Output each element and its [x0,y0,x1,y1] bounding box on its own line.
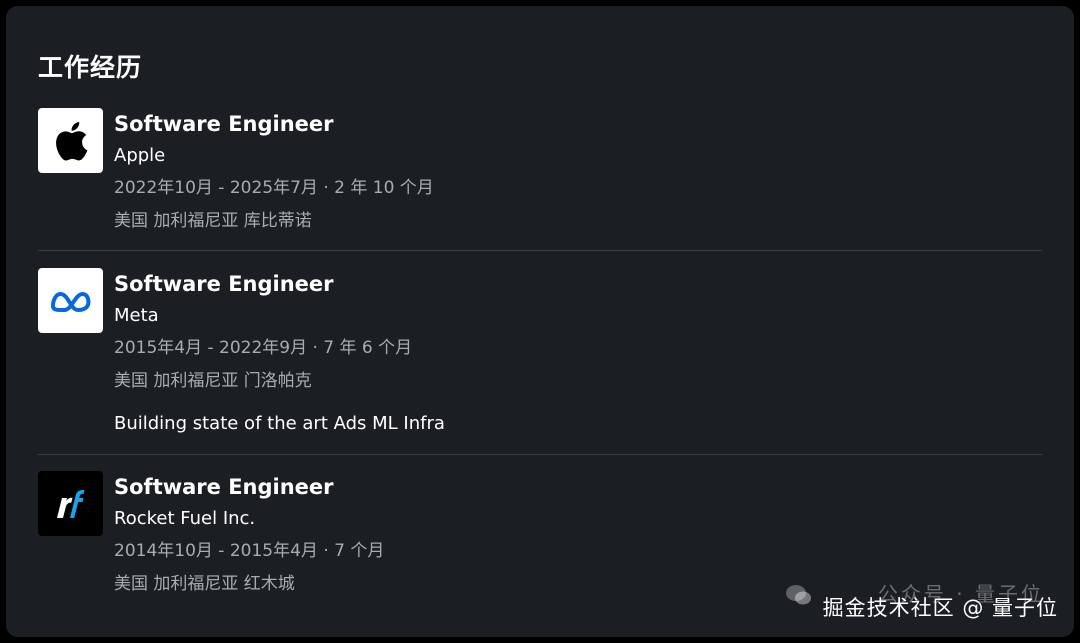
job-description: Building state of the art Ads ML Infra [114,413,445,434]
experience-text: Software Engineer Apple 2022年10月 - 2025年… [114,108,1014,238]
experience-card: 工作经历 Software Engineer Apple 2022年10月 - … [6,6,1074,637]
rocket-fuel-logo-icon[interactable] [38,471,103,536]
company-name[interactable]: Meta [114,300,1014,332]
divider [38,250,1042,251]
date-range: 2015年4月 - 2022年9月 · 7 年 6 个月 [114,338,413,358]
meta-logo-icon[interactable] [38,268,103,333]
company-name[interactable]: Rocket Fuel Inc. [114,503,1014,535]
role-title: Software Engineer [114,475,334,499]
date-range: 2022年10月 - 2025年7月 · 2 年 10 个月 [114,178,434,198]
role-title: Software Engineer [114,112,334,136]
date-range: 2014年10月 - 2015年4月 · 7 个月 [114,541,385,561]
experience-item[interactable]: Software Engineer Apple 2022年10月 - 2025年… [38,108,1042,238]
location: 美国 加利福尼亚 门洛帕克 [114,371,312,391]
experience-text: Software Engineer Meta 2015年4月 - 2022年9月… [114,268,1014,440]
experience-item[interactable]: Software Engineer Meta 2015年4月 - 2022年9月… [38,268,1042,448]
wechat-icon [786,585,811,605]
company-name[interactable]: Apple [114,140,1014,172]
location: 美国 加利福尼亚 库比蒂诺 [114,211,312,231]
section-title: 工作经历 [38,53,143,82]
divider [38,454,1042,455]
apple-logo-icon[interactable] [38,108,103,173]
watermark-source: 掘金技术社区 @ 量子位 [822,596,1058,620]
role-title: Software Engineer [114,272,334,296]
